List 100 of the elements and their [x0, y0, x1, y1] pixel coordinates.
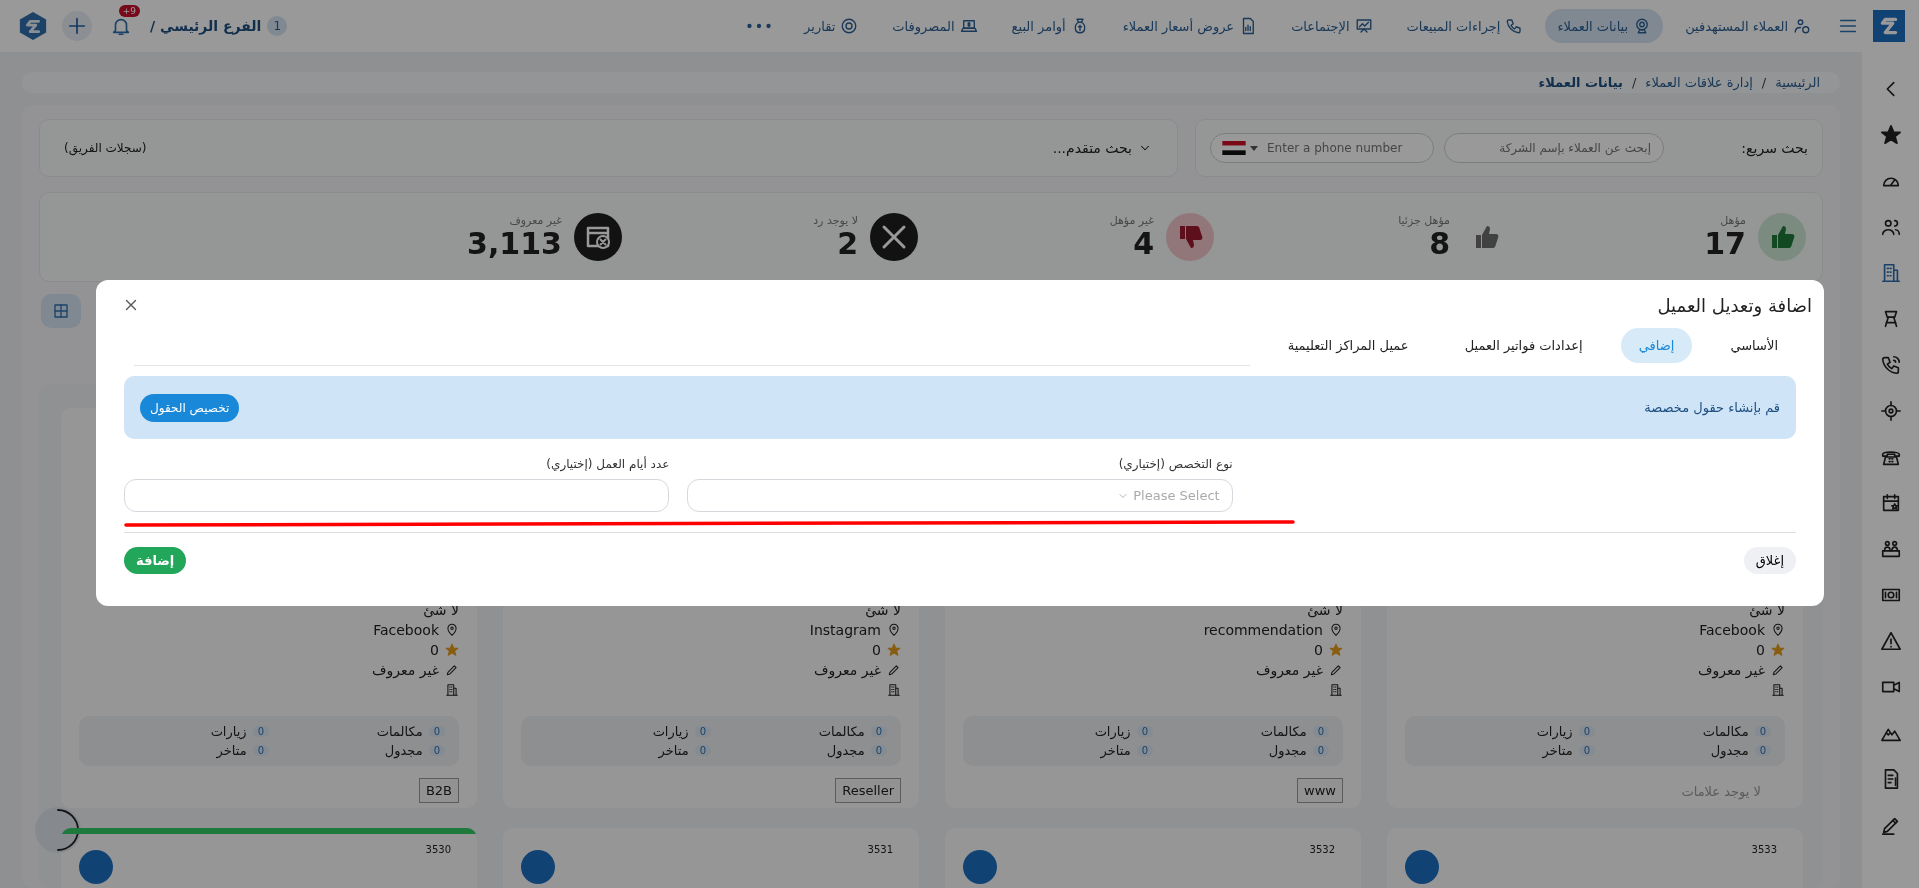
card-number: 3531: [867, 844, 893, 857]
group-icon[interactable]: [1879, 538, 1902, 560]
phone-call-icon[interactable]: [1879, 354, 1902, 376]
card-tag: www: [1297, 778, 1343, 803]
quick-search-label: بحث سريع:: [1741, 140, 1808, 156]
stat-value: 17: [1704, 226, 1746, 261]
counter-count: 0: [428, 745, 445, 756]
logo-icon: [1873, 10, 1905, 42]
card-rating: 0: [872, 642, 881, 658]
card-tag: B2B: [418, 778, 459, 803]
card-rating: 0: [430, 642, 439, 658]
branch-count: 1: [267, 16, 288, 36]
counter-count: 0: [694, 745, 711, 756]
counter-count: 0: [1136, 745, 1153, 756]
stat-value: 3,113: [467, 226, 562, 261]
caret-icon[interactable]: [1250, 146, 1258, 151]
avatar-icon: [79, 850, 113, 884]
add-button[interactable]: [62, 11, 92, 41]
star-icon: [445, 643, 459, 657]
app-logo-icon: [18, 11, 48, 41]
customize-fields-button[interactable]: تخصيص الحقول: [140, 393, 240, 422]
source-icon: [887, 623, 901, 637]
warning-icon[interactable]: [1879, 630, 1902, 652]
card-rating: 0: [1314, 642, 1323, 658]
counter-count: 0: [694, 726, 711, 737]
dialog-tab[interactable]: الأساسي: [1712, 327, 1796, 363]
card-source: recommendation: [1203, 622, 1323, 638]
plus-icon: [66, 15, 88, 37]
building-icon: [1771, 683, 1785, 697]
nav-item[interactable]: أوامر البيع: [999, 9, 1101, 43]
stat-label: غير معروف: [508, 213, 562, 227]
close-button[interactable]: إغلاق: [1743, 547, 1796, 574]
card-tag: Reseller: [835, 778, 901, 803]
more-icon[interactable]: [746, 22, 773, 30]
breadcrumb-separator: /: [1761, 75, 1767, 90]
building-icon: [887, 683, 901, 697]
card-source: Instagram: [809, 622, 881, 638]
counter-label: مكالمات: [1260, 724, 1307, 739]
breadcrumb-item[interactable]: الرئيسية: [1775, 75, 1820, 90]
company-search-field[interactable]: إبحث عن العملاء بإسم الشركة: [1444, 133, 1664, 163]
add-button[interactable]: إضافة: [124, 547, 187, 574]
stat-label: غير مؤهل: [1109, 213, 1154, 227]
star-icon[interactable]: [1879, 124, 1902, 146]
counter-count: 0: [1754, 726, 1771, 737]
nav-item[interactable]: إجراءات المبيعات: [1394, 9, 1536, 43]
input-field[interactable]: [124, 479, 670, 512]
dialog-tab[interactable]: إعدادات فواتير العميل: [1446, 327, 1601, 363]
nav-item[interactable]: بيانات العملاء: [1545, 9, 1664, 43]
source-icon: [1329, 623, 1343, 637]
source-icon: [1771, 623, 1785, 637]
card-owner: غير معروف: [1256, 662, 1323, 678]
counter-label: مجدول: [1710, 743, 1749, 758]
target-icon[interactable]: [1879, 400, 1902, 422]
nav-item[interactable]: المصروفات: [880, 9, 990, 43]
card-owner: غير معروف: [372, 662, 439, 678]
avatar-icon: [521, 850, 555, 884]
counter-label: مجدول: [1268, 743, 1307, 758]
dialog-tab[interactable]: عميل المراكز التعليمية: [1269, 327, 1427, 363]
chart-ring-icon: [840, 17, 859, 35]
advanced-search-toggle[interactable]: بحث متقدم...: [1052, 140, 1152, 156]
card-number: 3530: [425, 844, 451, 857]
thumbs-up-icon: [1758, 213, 1806, 261]
flag-icon[interactable]: [1222, 141, 1246, 155]
counter-count: 0: [1754, 745, 1771, 756]
phone-field[interactable]: Enter a phone number: [1210, 133, 1434, 163]
branch-name[interactable]: الفرع الرئيسي /: [150, 18, 262, 34]
counter-count: 0: [1578, 745, 1595, 756]
building-icon: [445, 683, 459, 697]
counter-label: متاخر: [1100, 743, 1131, 758]
banner-text: قم بإنشاء حقول مخصصة: [1644, 400, 1780, 415]
counter-label: مجدول: [384, 743, 423, 758]
grid-view-button[interactable]: [41, 294, 81, 328]
counter-count: 0: [1312, 726, 1329, 737]
counter-label: مجدول: [826, 743, 865, 758]
dialog-tab[interactable]: إضافي: [1620, 327, 1693, 363]
building-icon: [1329, 683, 1343, 697]
breadcrumb-separator: /: [1631, 75, 1637, 90]
close-circle-icon: [870, 213, 918, 261]
breadcrumb-item[interactable]: إدارة علاقات العملاء: [1645, 75, 1753, 90]
nav-item[interactable]: الإجتماعات: [1279, 9, 1385, 43]
star-icon: [1329, 643, 1343, 657]
counter-count: 0: [870, 745, 887, 756]
counter-label: مكالمات: [1702, 724, 1749, 739]
select-field[interactable]: Please Select: [687, 479, 1233, 512]
nav-item[interactable]: تقارير: [792, 9, 871, 43]
thumbs-down-icon: [1166, 213, 1214, 261]
team-records-link[interactable]: (سجلات الفريق): [64, 141, 147, 155]
nav-item[interactable]: العملاء المستهدفين: [1673, 9, 1823, 43]
stat-label: مؤهل جزئيا: [1398, 213, 1450, 227]
notification-badge: +9: [118, 5, 140, 17]
pencil-icon: [887, 663, 901, 677]
counter-count: 0: [252, 745, 269, 756]
counter-label: زيارات: [210, 724, 247, 739]
counter-label: زيارات: [1094, 724, 1131, 739]
field-label: نوع التخصص (إختياري): [1117, 457, 1233, 471]
building-icon[interactable]: [1879, 262, 1902, 284]
nav-item[interactable]: عروض أسعار العملاء: [1110, 9, 1270, 43]
counter-count: 0: [1312, 745, 1329, 756]
card-number: 3532: [1309, 844, 1335, 857]
star-icon: [887, 643, 901, 657]
